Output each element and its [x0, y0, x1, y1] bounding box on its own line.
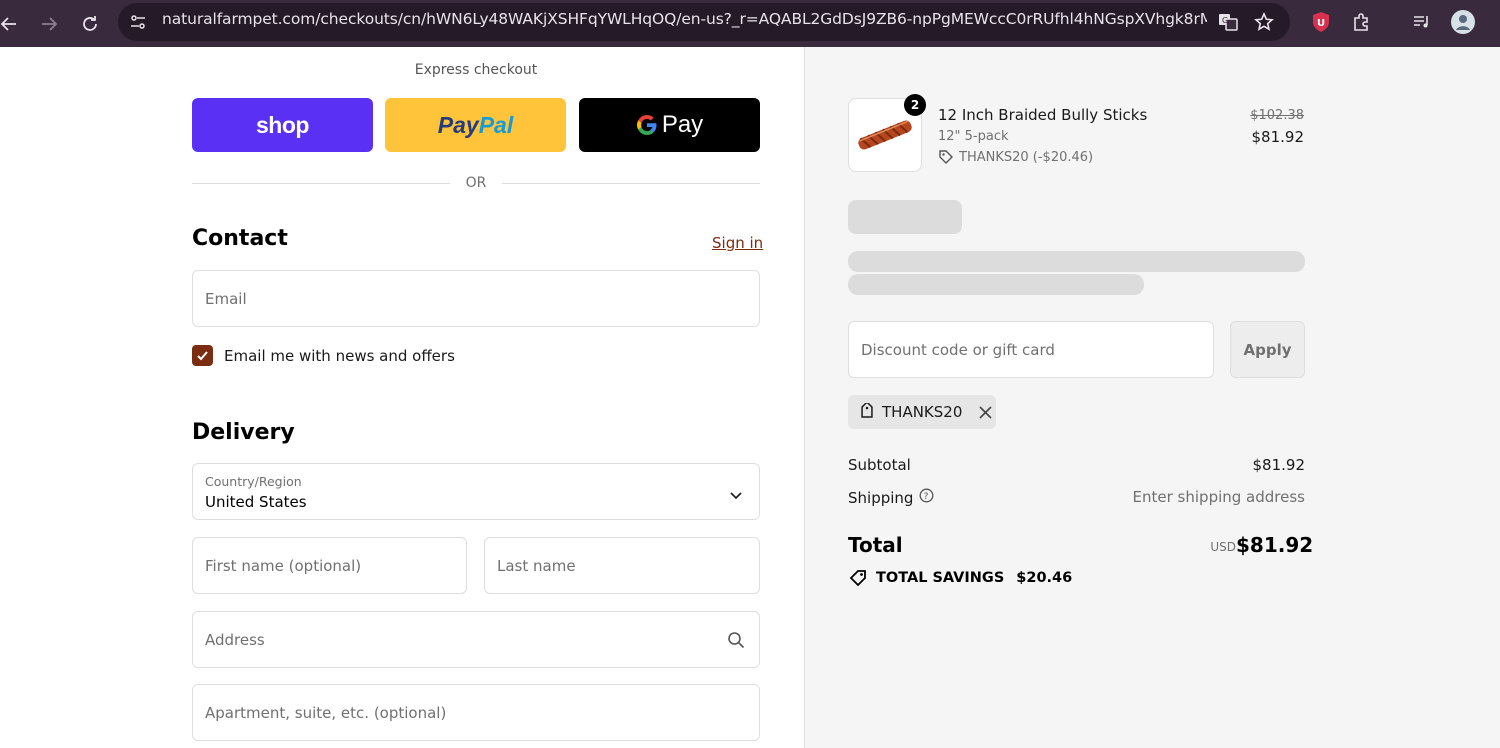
tag-icon: [861, 403, 873, 418]
shop-pay-logo: shop: [256, 111, 309, 138]
divider-left: [192, 183, 450, 184]
chevron-down-icon: [729, 486, 743, 505]
svg-text:U: U: [1317, 18, 1325, 29]
divider-right: [502, 183, 760, 184]
paypal-logo-pay: Pay: [437, 111, 479, 138]
svg-text:?: ?: [924, 492, 929, 502]
product-title: 12 Inch Braided Bully Sticks: [938, 106, 1148, 124]
total-savings: TOTAL SAVINGS $20.46: [848, 568, 1072, 588]
loading-skeleton: [848, 274, 1144, 295]
first-name-field[interactable]: First name (optional): [192, 537, 467, 594]
first-name-placeholder: First name (optional): [205, 556, 362, 575]
browser-toolbar: naturalfarmpet.com/checkouts/cn/hWN6Ly48…: [0, 0, 1500, 47]
last-name-placeholder: Last name: [497, 556, 576, 575]
product-discount: THANKS20 (-$20.46): [938, 149, 1093, 165]
ublock-extension-icon[interactable]: U: [1308, 9, 1334, 35]
forward-icon[interactable]: [34, 9, 64, 39]
loading-skeleton: [848, 251, 1305, 272]
savings-label: TOTAL SAVINGS: [876, 570, 1005, 586]
checkmark-icon: [197, 351, 208, 361]
tag-icon: [939, 150, 953, 164]
shop-pay-button[interactable]: shop: [192, 98, 373, 152]
search-icon: [727, 631, 745, 653]
apply-discount-button[interactable]: Apply: [1230, 321, 1305, 378]
or-divider-label: OR: [465, 175, 487, 191]
express-checkout-label: Express checkout: [414, 62, 538, 78]
sign-in-link[interactable]: Sign in: [712, 234, 763, 252]
country-select[interactable]: Country/Region United States: [192, 463, 760, 520]
reload-icon[interactable]: [75, 9, 105, 39]
applied-code-label: THANKS20: [882, 403, 963, 421]
url-text[interactable]: naturalfarmpet.com/checkouts/cn/hWN6Ly48…: [162, 10, 1207, 28]
original-price: $102.38: [1250, 108, 1304, 123]
newsletter-label[interactable]: Email me with news and offers: [224, 347, 455, 365]
email-placeholder: Email: [205, 289, 247, 308]
shipping-label: Shipping: [848, 488, 914, 507]
discount-placeholder: Discount code or gift card: [861, 341, 1055, 359]
apartment-placeholder: Apartment, suite, etc. (optional): [205, 703, 447, 722]
paypal-logo-pal: Pal: [478, 111, 514, 138]
profile-avatar-icon[interactable]: [1450, 9, 1476, 35]
last-name-field[interactable]: Last name: [484, 537, 760, 594]
paypal-button[interactable]: PayPal: [385, 98, 566, 152]
remove-discount-icon[interactable]: [976, 403, 994, 421]
email-field[interactable]: Email: [192, 270, 760, 327]
help-icon[interactable]: ?: [919, 488, 934, 507]
quantity-badge: 2: [904, 94, 926, 116]
site-settings-icon[interactable]: [125, 9, 151, 35]
subtotal-value: $81.92: [1252, 456, 1306, 474]
applied-discount-tag: THANKS20: [848, 395, 996, 429]
svg-text:G: G: [1222, 16, 1228, 25]
savings-value: $20.46: [1016, 570, 1073, 586]
address-placeholder: Address: [205, 630, 265, 649]
apartment-field[interactable]: Apartment, suite, etc. (optional): [192, 684, 760, 741]
delivery-heading: Delivery: [192, 420, 295, 445]
newsletter-checkbox[interactable]: [192, 345, 213, 366]
bookmark-star-icon[interactable]: [1251, 9, 1277, 35]
product-discount-text: THANKS20 (-$20.46): [959, 149, 1094, 165]
country-value: United States: [205, 493, 307, 511]
google-pay-button[interactable]: Pay: [579, 98, 760, 152]
shipping-row: Shipping ?: [848, 488, 934, 507]
contact-heading: Contact: [192, 226, 288, 251]
address-field[interactable]: Address: [192, 611, 760, 668]
translate-icon[interactable]: G: [1215, 9, 1241, 35]
back-icon[interactable]: [0, 9, 24, 39]
country-label: Country/Region: [205, 474, 302, 489]
extensions-puzzle-icon[interactable]: [1349, 9, 1375, 35]
discount-code-input[interactable]: Discount code or gift card: [848, 321, 1214, 378]
shipping-value: Enter shipping address: [1132, 488, 1305, 506]
savings-tag-icon: [849, 570, 866, 587]
paypal-logo: PayPal: [438, 112, 513, 139]
current-price: $81.92: [1251, 128, 1305, 146]
media-queue-icon[interactable]: [1409, 9, 1435, 35]
total-value: $81.92: [1236, 533, 1314, 557]
product-variant: 12" 5-pack: [938, 129, 1009, 144]
subtotal-label: Subtotal: [848, 456, 911, 474]
google-g-icon: [636, 114, 658, 136]
loading-skeleton: [848, 200, 962, 234]
total-label: Total: [848, 533, 903, 557]
google-pay-label: Pay: [661, 111, 704, 138]
total-currency: USD: [1210, 540, 1236, 554]
